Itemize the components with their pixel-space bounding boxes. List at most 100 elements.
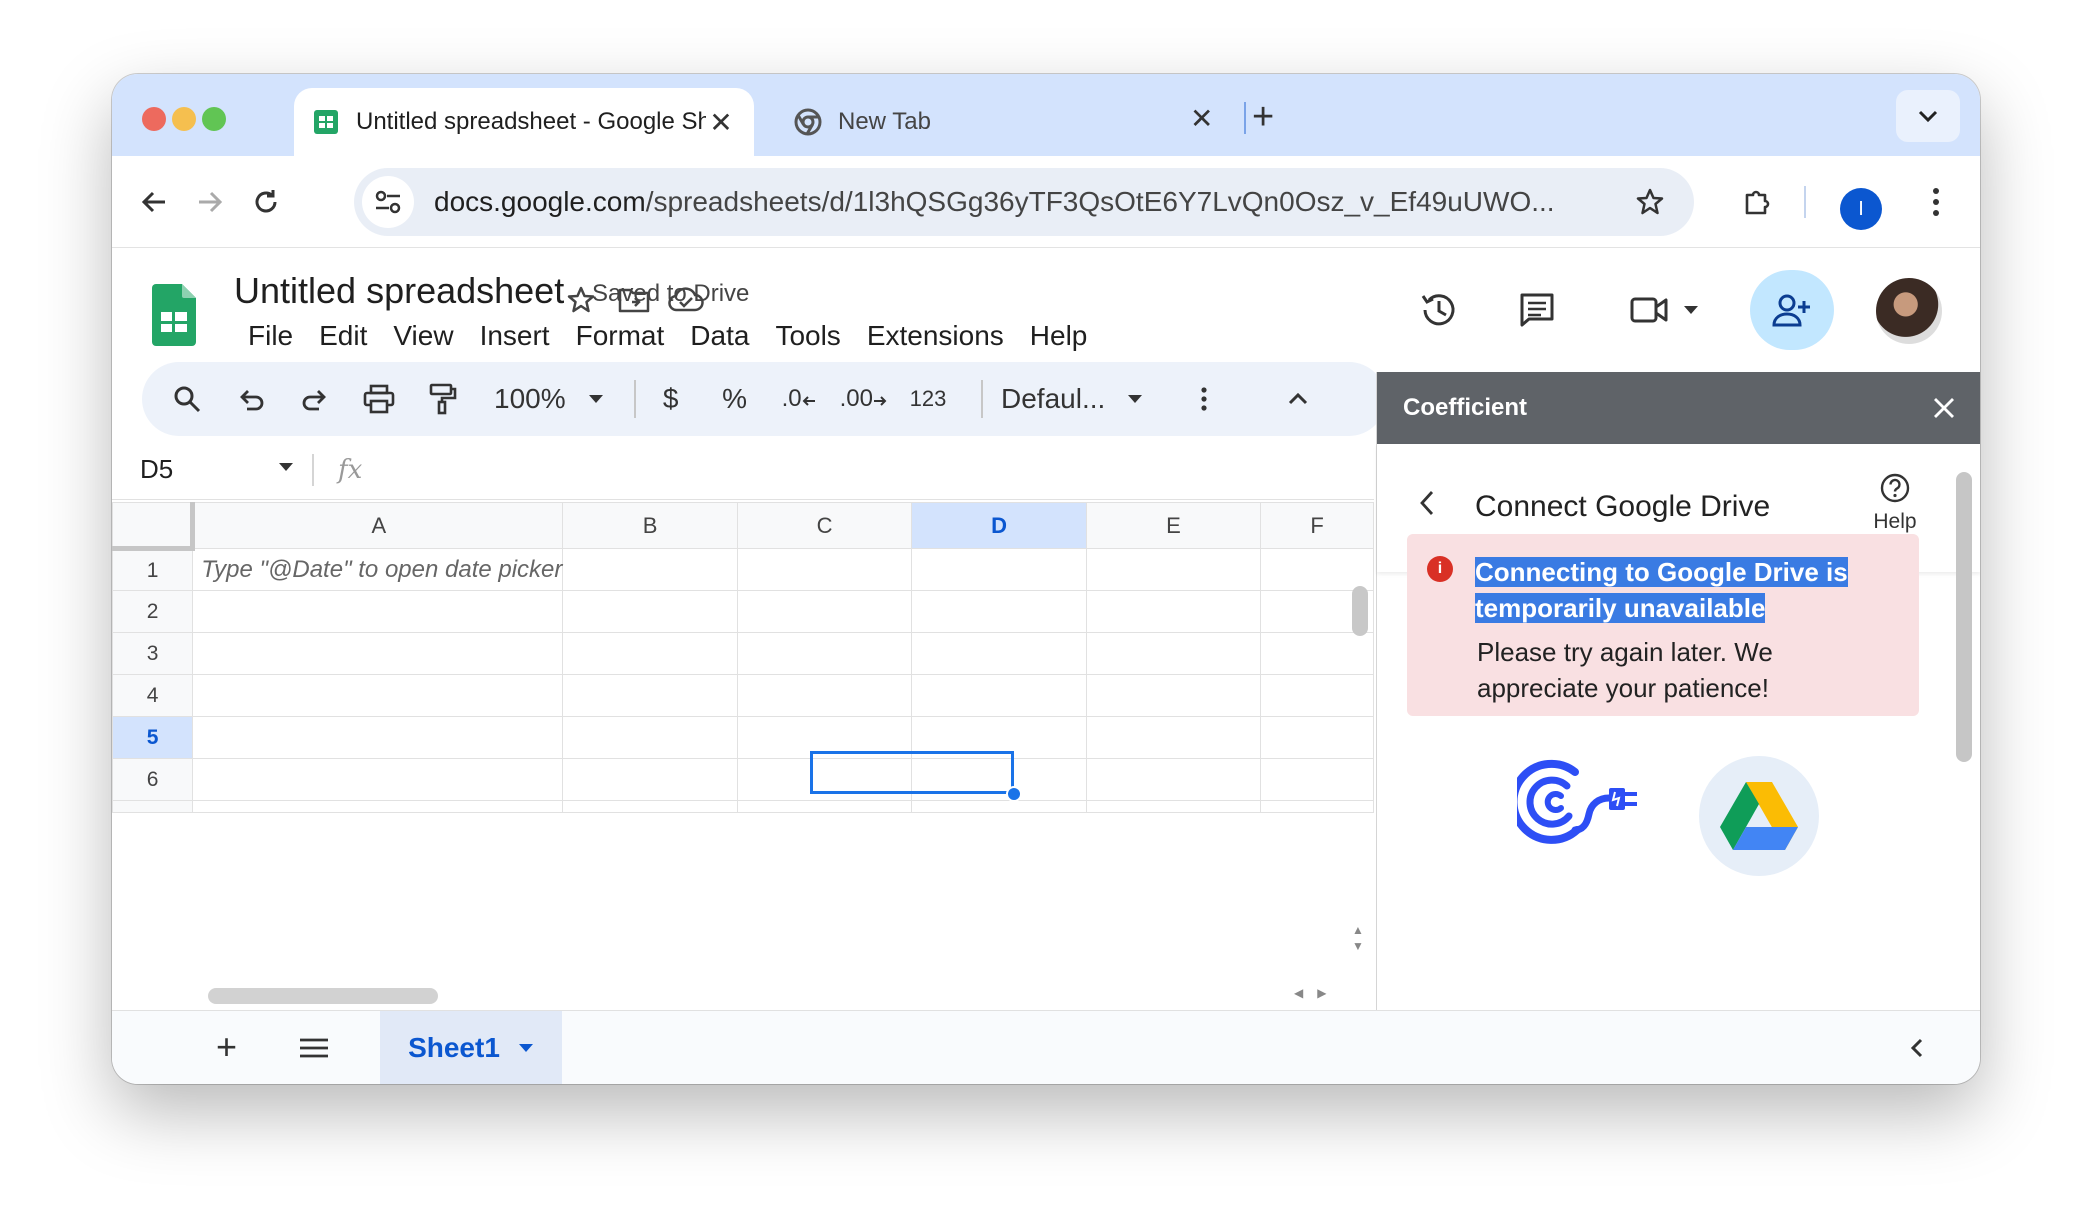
row-header[interactable]: 4 [112,674,194,717]
chrome-menu-button[interactable] [1912,178,1960,226]
column-header[interactable]: D [911,502,1087,549]
sheet-tab-sheet1[interactable]: Sheet1 [380,1011,562,1084]
version-history-button[interactable] [1412,282,1466,338]
cell[interactable] [911,548,1087,591]
name-box[interactable]: D5 [112,454,312,485]
forward-button[interactable] [186,178,234,226]
cell[interactable] [1085,674,1262,717]
help-button[interactable]: Help [1865,472,1925,534]
share-button[interactable] [1750,270,1834,350]
cell[interactable] [1260,632,1374,675]
cell[interactable] [1260,716,1374,759]
close-window-button[interactable] [142,107,166,131]
selected-cell[interactable] [911,716,1087,759]
address-bar[interactable]: docs.google.com/spreadsheets/d/1l3hQSGg3… [354,168,1694,236]
cell[interactable] [192,674,564,717]
cell[interactable] [736,548,913,591]
bookmark-button[interactable] [1620,187,1680,217]
font-select[interactable]: Defaul... [1001,375,1143,423]
menu-file[interactable]: File [236,320,307,352]
undo-button[interactable] [228,375,274,423]
expand-sheet-bar-button[interactable] [1910,1037,1924,1064]
scroll-arrows[interactable]: ▲ ▼ [1352,922,1364,954]
row-header[interactable]: 1 [112,548,194,591]
row-header[interactable]: 3 [112,632,194,675]
cell[interactable] [1085,590,1262,633]
minimize-window-button[interactable] [172,107,196,131]
cell[interactable] [736,590,913,633]
close-tab-icon[interactable]: ✕ [706,106,736,139]
cell[interactable] [736,632,913,675]
cell[interactable] [1260,674,1374,717]
paint-format-button[interactable] [420,375,466,423]
cell[interactable] [562,632,738,675]
menu-insert[interactable]: Insert [468,320,564,352]
cell[interactable] [736,716,913,759]
site-info-button[interactable] [362,176,414,228]
panel-scrollbar[interactable] [1956,472,1972,762]
maximize-window-button[interactable] [202,107,226,131]
panel-back-button[interactable] [1417,488,1437,523]
fill-handle[interactable] [1006,786,1022,802]
cell[interactable] [192,716,564,759]
spreadsheet-grid[interactable]: A B C D E F 1 Type "@Date" to open date … [112,502,1374,820]
account-avatar[interactable] [1876,278,1942,344]
row-header[interactable]: 5 [112,716,194,759]
tab-search-button[interactable] [1896,90,1960,142]
menu-extensions[interactable]: Extensions [855,320,1018,352]
tab-sheets[interactable]: Untitled spreadsheet - Google Sheets ✕ [294,88,754,156]
decrease-decimal-button[interactable]: .0 [776,375,822,423]
horizontal-scrollbar[interactable] [208,988,438,1004]
cell[interactable] [1260,758,1374,801]
menu-help[interactable]: Help [1018,320,1102,352]
cell[interactable] [736,758,913,801]
tab-new-tab[interactable]: New Tab [776,88,1366,156]
select-all-corner[interactable] [112,502,196,551]
menu-data[interactable]: Data [678,320,763,352]
extensions-button[interactable] [1734,178,1782,226]
cell[interactable] [562,590,738,633]
cell[interactable] [1085,548,1262,591]
new-tab-button[interactable]: + [1252,96,1274,139]
print-button[interactable] [356,375,402,423]
all-sheets-button[interactable] [298,1037,330,1064]
cell[interactable] [192,632,564,675]
format-currency-button[interactable]: $ [648,375,694,423]
cell[interactable] [562,716,738,759]
cell[interactable] [1260,548,1374,591]
zoom-select[interactable]: 100% [494,375,604,423]
sheets-logo-icon[interactable] [152,284,196,351]
cell[interactable] [192,590,564,633]
cell[interactable] [911,632,1087,675]
cell[interactable] [911,590,1087,633]
search-menus-button[interactable] [164,375,210,423]
menu-format[interactable]: Format [564,320,679,352]
more-formats-button[interactable]: 123 [905,375,951,423]
column-header[interactable]: E [1085,502,1262,549]
cell[interactable] [562,674,738,717]
increase-decimal-button[interactable]: .00 [840,375,887,423]
row-header[interactable]: 2 [112,590,194,633]
close-icon[interactable] [1932,396,1956,420]
reload-button[interactable] [242,178,290,226]
menu-edit[interactable]: Edit [307,320,381,352]
vertical-scrollbar[interactable] [1352,586,1368,636]
cell[interactable] [911,758,1087,801]
cell[interactable] [562,548,738,591]
cell[interactable] [1085,632,1262,675]
add-sheet-button[interactable]: + [216,1029,237,1065]
horizontal-scroll-arrows[interactable]: ◀▶ [1294,986,1340,1000]
menu-view[interactable]: View [381,320,467,352]
hide-menus-button[interactable] [1275,375,1321,423]
close-tab-icon[interactable]: ✕ [1190,102,1213,135]
column-header[interactable]: B [562,502,738,549]
document-title[interactable]: Untitled spreadsheet [234,270,564,312]
menu-tools[interactable]: Tools [763,320,854,352]
meet-button[interactable] [1624,282,1704,338]
column-header[interactable]: F [1260,502,1374,549]
row-header[interactable]: 6 [112,758,194,801]
formula-input[interactable] [382,450,1374,490]
cell[interactable] [911,674,1087,717]
more-toolbar-button[interactable] [1181,375,1227,423]
redo-button[interactable] [292,375,338,423]
